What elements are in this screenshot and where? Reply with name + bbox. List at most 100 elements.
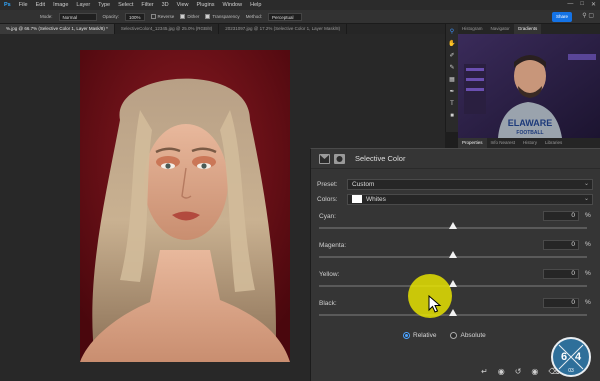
type-tool-icon[interactable]: T (448, 100, 456, 108)
chevron-down-icon: ⌄ (583, 181, 589, 187)
chevron-down-icon: ⌄ (583, 196, 589, 202)
adjustment-layer-icon[interactable] (319, 153, 330, 164)
mouse-pointer-icon (428, 295, 442, 313)
black-value-field[interactable]: 0 (543, 298, 579, 308)
menu-view[interactable]: View (173, 2, 193, 8)
opacity-field[interactable]: 100% (125, 12, 145, 21)
transparency-label: Transparency (212, 13, 240, 19)
cyan-slider-row: Cyan: 0 % (319, 211, 595, 241)
menu-type[interactable]: Type (94, 2, 114, 8)
dither-label: Dither (187, 13, 200, 19)
magenta-value-field[interactable]: 0 (543, 240, 579, 250)
properties-footer: ↵ ◉ ↺ ◉ ⌫ (481, 367, 560, 376)
magenta-slider-row: Magenta: 0 % (319, 240, 595, 270)
share-button[interactable]: Share (552, 12, 572, 22)
minimize-icon[interactable]: — (567, 1, 573, 8)
black-slider-thumb[interactable] (449, 309, 457, 316)
colors-select[interactable]: Whites ⌄ (347, 194, 593, 205)
brush-tool-icon[interactable]: ✎ (448, 64, 456, 72)
tab-libraries[interactable]: Libraries (541, 138, 566, 148)
reverse-checkbox[interactable]: Reverse (150, 13, 175, 20)
menu-layer[interactable]: Layer (72, 2, 94, 8)
tab-gradients[interactable]: Gradients (513, 24, 542, 34)
cyan-unit: % (585, 212, 591, 219)
relative-radio[interactable]: Relative (403, 332, 436, 339)
menu-file[interactable]: File (15, 2, 32, 8)
tab-histogram[interactable]: Histogram (458, 24, 487, 34)
document-tab-strip: %.jpg @ 66.7% (Selective Color 1, Layer … (0, 24, 445, 34)
method-select[interactable]: Perceptual (267, 12, 302, 21)
magenta-slider-thumb[interactable] (449, 251, 457, 258)
transparency-checkbox[interactable]: Transparency (205, 13, 240, 20)
menu-help[interactable]: Help (246, 2, 265, 8)
menu-image[interactable]: Image (49, 2, 72, 8)
tab-navigator[interactable]: Navigator (487, 24, 514, 34)
logo-mark: 6 4 03 (558, 344, 584, 374)
clip-to-layer-icon[interactable]: ↵ (481, 367, 488, 376)
menu-plugins[interactable]: Plugins (192, 2, 218, 8)
preset-select[interactable]: Custom ⌄ (347, 179, 593, 190)
shirt-subtext: FOOTBALL (516, 130, 543, 136)
preset-row: Preset: Custom ⌄ (317, 179, 593, 190)
yellow-slider-thumb[interactable] (449, 280, 457, 287)
yellow-slider-row: Yellow: 0 % (319, 269, 595, 299)
search-icon[interactable]: ⚲ (582, 13, 586, 19)
app-logo[interactable]: Ps (0, 2, 15, 8)
absolute-radio-dot (450, 332, 458, 339)
eyedropper-tool-icon[interactable]: ✐ (448, 52, 456, 60)
magenta-label: Magenta: (319, 242, 347, 249)
mode-select[interactable]: Normal (58, 12, 97, 21)
black-label: Black: (319, 300, 337, 307)
preset-label: Preset: (317, 181, 338, 188)
maximize-icon[interactable]: □ (580, 1, 584, 8)
menu-select[interactable]: Select (114, 2, 137, 8)
method-label: Method: (245, 14, 262, 19)
zoom-tool-icon[interactable]: ⚲ (448, 28, 456, 36)
document-tab-2[interactable]: SelectiveColor4_12345.jpg @ 25.0% (RGB/8… (115, 24, 220, 34)
yellow-value-field[interactable]: 0 (543, 269, 579, 279)
options-bar: Mode: Normal Opacity: 100% Reverse Dithe… (0, 10, 600, 24)
lower-panel-tabs: Properties Info Nearest History Librarie… (458, 138, 600, 148)
top-panel-tabs: Histogram Navigator Gradients (458, 24, 600, 34)
reset-icon[interactable]: ↺ (515, 367, 522, 376)
magenta-unit: % (585, 241, 591, 248)
presenter-video: ELAWARE FOOTBALL (458, 34, 600, 138)
color-swatch (352, 194, 362, 203)
reverse-label: Reverse (157, 13, 175, 19)
menu-bar: Ps File Edit Image Layer Type Select Fil… (0, 0, 600, 10)
menu-3d[interactable]: 3D (158, 2, 173, 8)
panel-tool-strip: ⚲ ✋ ✐ ✎ ▦ ✒ T ■ (445, 24, 458, 132)
gradient-tool-icon[interactable]: ▦ (448, 76, 456, 84)
workspace-icon[interactable]: ▢ (588, 13, 594, 19)
tab-info-nearest[interactable]: Info Nearest (487, 138, 520, 148)
shape-tool-icon[interactable]: ■ (448, 112, 456, 120)
hand-tool-icon[interactable]: ✋ (448, 40, 456, 48)
tab-history[interactable]: History (519, 138, 541, 148)
pen-tool-icon[interactable]: ✒ (448, 88, 456, 96)
logo-digit-left: 6 (561, 351, 567, 363)
menu-window[interactable]: Window (219, 2, 247, 8)
method-radio-group: Relative Absolute (403, 332, 486, 339)
black-unit: % (585, 299, 591, 306)
document-tab-3[interactable]: 20231097.jpg @ 17.2% (Selective Color 1,… (219, 24, 348, 34)
portrait-photo[interactable] (80, 50, 290, 362)
logo-digit-bottom: 03 (568, 368, 574, 374)
layer-mask-icon[interactable] (334, 153, 345, 164)
document-tab-1[interactable]: %.jpg @ 66.7% (Selective Color 1, Layer … (0, 24, 115, 34)
colors-value: Whites (366, 196, 386, 203)
opacity-label: Opacity: (102, 14, 120, 19)
tab-properties[interactable]: Properties (458, 138, 487, 148)
dither-checkbox[interactable]: Dither (180, 13, 200, 20)
window-controls: — □ ✕ (567, 1, 596, 8)
preset-value: Custom (352, 181, 375, 188)
absolute-label: Absolute (460, 332, 486, 339)
visibility-eye-icon[interactable]: ◉ (531, 367, 538, 376)
workspace-icons: ⚲ ▢ (582, 12, 594, 19)
view-previous-icon[interactable]: ◉ (498, 367, 505, 376)
cyan-value-field[interactable]: 0 (543, 211, 579, 221)
menu-edit[interactable]: Edit (32, 2, 49, 8)
absolute-radio[interactable]: Absolute (450, 332, 486, 339)
menu-filter[interactable]: Filter (137, 2, 157, 8)
close-icon[interactable]: ✕ (591, 1, 596, 8)
cyan-slider-thumb[interactable] (449, 222, 457, 229)
